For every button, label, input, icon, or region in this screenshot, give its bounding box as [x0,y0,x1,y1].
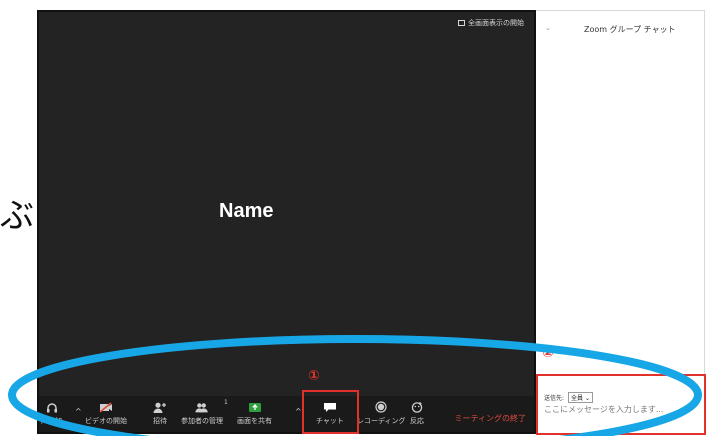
highlight-ellipse [8,335,702,436]
